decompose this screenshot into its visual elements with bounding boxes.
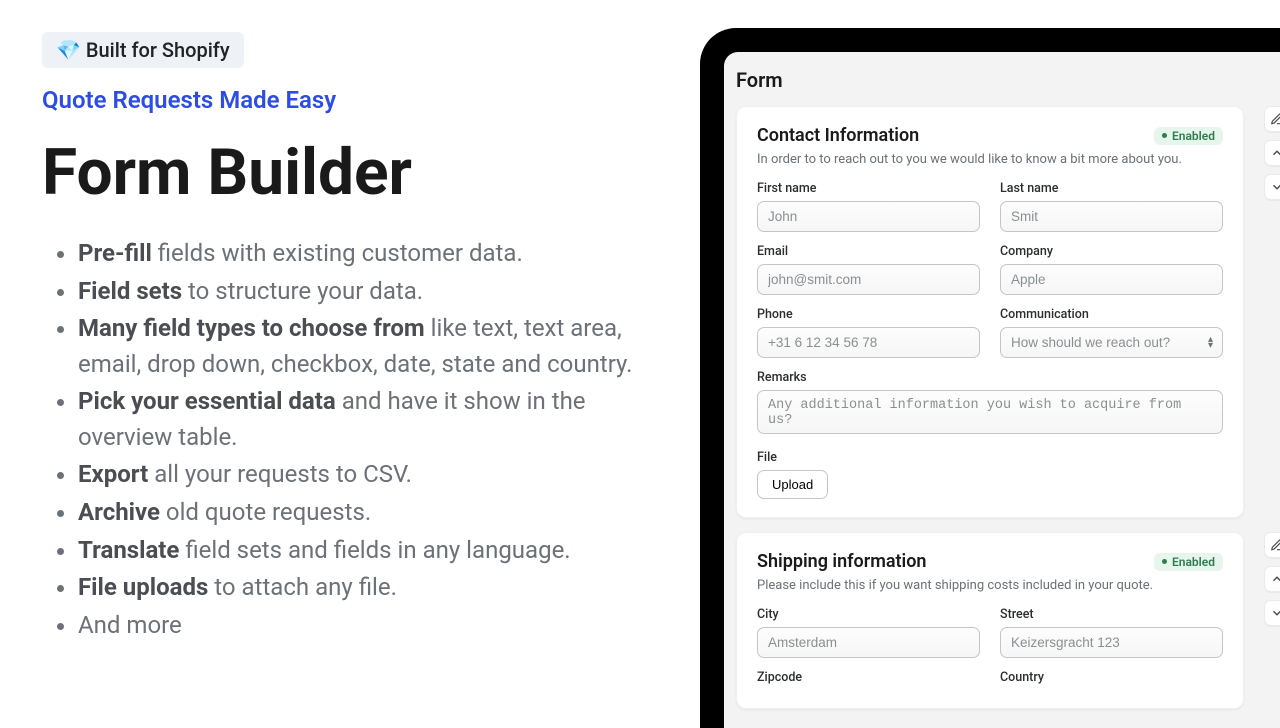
contact-title: Contact Information xyxy=(757,125,919,146)
move-up-button[interactable] xyxy=(1264,566,1280,592)
app-screen: Form Contact Information Enabled In orde… xyxy=(724,52,1280,728)
shipping-side-actions xyxy=(1264,532,1280,626)
first-name-input[interactable] xyxy=(757,201,980,232)
last-name-label: Last name xyxy=(1000,181,1223,196)
chevron-down-icon xyxy=(1270,606,1280,620)
company-label: Company xyxy=(1000,244,1223,259)
feature-item: Translate field sets and fields in any l… xyxy=(78,533,662,569)
shipping-desc: Please include this if you want shipping… xyxy=(757,578,1223,593)
feature-item: File uploads to attach any file. xyxy=(78,570,662,606)
chevron-down-icon xyxy=(1270,180,1280,194)
zipcode-label: Zipcode xyxy=(757,670,980,685)
first-name-label: First name xyxy=(757,181,980,196)
remarks-input[interactable] xyxy=(757,390,1223,434)
edit-button[interactable] xyxy=(1264,106,1280,132)
shopify-badge: 💎 Built for Shopify xyxy=(42,32,244,68)
communication-label: Communication xyxy=(1000,307,1223,322)
edit-icon xyxy=(1270,538,1280,552)
chevron-up-icon xyxy=(1270,572,1280,586)
country-label: Country xyxy=(1000,670,1223,685)
feature-item: Many field types to choose from like tex… xyxy=(78,311,662,382)
move-up-button[interactable] xyxy=(1264,140,1280,166)
status-badge: Enabled xyxy=(1154,127,1223,145)
contact-desc: In order to to reach out to you we would… xyxy=(757,152,1223,167)
shipping-card: Shipping information Enabled Please incl… xyxy=(736,532,1244,709)
shipping-title: Shipping information xyxy=(757,551,926,572)
phone-input[interactable] xyxy=(757,327,980,358)
remarks-label: Remarks xyxy=(757,370,1223,385)
screen-title: Form xyxy=(724,64,1280,106)
feature-item: Pick your essential data and have it sho… xyxy=(78,384,662,455)
page-title: Form Builder xyxy=(42,138,662,208)
last-name-input[interactable] xyxy=(1000,201,1223,232)
edit-icon xyxy=(1270,112,1280,126)
contact-card: Contact Information Enabled In order to … xyxy=(736,106,1244,518)
street-label: Street xyxy=(1000,607,1223,622)
email-label: Email xyxy=(757,244,980,259)
feature-item: And more xyxy=(78,608,662,644)
phone-label: Phone xyxy=(757,307,980,322)
upload-button[interactable]: Upload xyxy=(757,470,828,499)
city-label: City xyxy=(757,607,980,622)
move-down-button[interactable] xyxy=(1264,174,1280,200)
street-input[interactable] xyxy=(1000,627,1223,658)
email-input[interactable] xyxy=(757,264,980,295)
file-label: File xyxy=(757,450,1223,465)
device-frame: Form Contact Information Enabled In orde… xyxy=(700,28,1280,728)
edit-button[interactable] xyxy=(1264,532,1280,558)
feature-item: Pre-fill fields with existing customer d… xyxy=(78,236,662,272)
status-badge: Enabled xyxy=(1154,553,1223,571)
city-input[interactable] xyxy=(757,627,980,658)
communication-select[interactable] xyxy=(1000,327,1223,358)
chevron-up-icon xyxy=(1270,146,1280,160)
feature-item: Field sets to structure your data. xyxy=(78,274,662,310)
feature-item: Export all your requests to CSV. xyxy=(78,457,662,493)
company-input[interactable] xyxy=(1000,264,1223,295)
contact-side-actions xyxy=(1264,106,1280,200)
move-down-button[interactable] xyxy=(1264,600,1280,626)
subtitle: Quote Requests Made Easy xyxy=(42,86,662,114)
feature-item: Archive old quote requests. xyxy=(78,495,662,531)
feature-list: Pre-fill fields with existing customer d… xyxy=(42,236,662,643)
